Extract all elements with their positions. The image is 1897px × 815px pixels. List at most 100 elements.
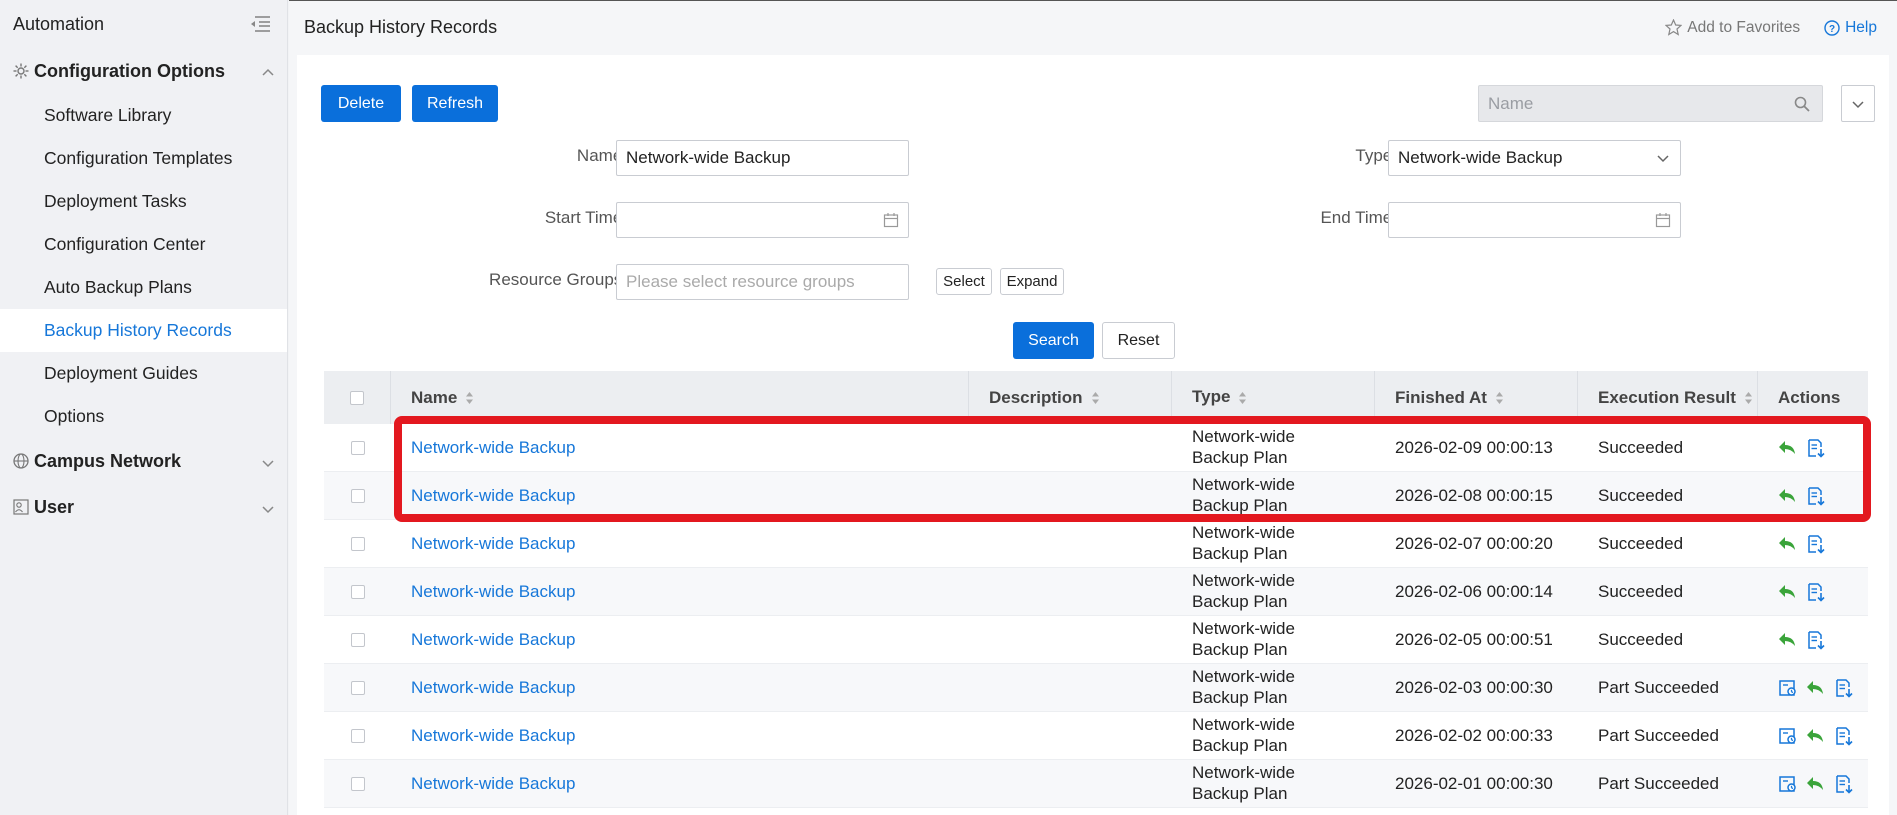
table-row: Network-wide Backup Network-wide Backup P…: [324, 520, 1868, 568]
download-icon[interactable]: [1806, 534, 1826, 554]
record-name-link[interactable]: Network-wide Backup: [411, 486, 575, 505]
record-name-link[interactable]: Network-wide Backup: [411, 438, 575, 457]
table-row: Network-wide Backup Network-wide Backup P…: [324, 424, 1868, 472]
record-name-link[interactable]: Network-wide Backup: [411, 678, 575, 697]
download-icon[interactable]: [1834, 774, 1854, 794]
details-icon[interactable]: [1778, 774, 1798, 794]
download-icon[interactable]: [1806, 486, 1826, 506]
search-options-dropdown[interactable]: [1841, 85, 1875, 122]
calendar-icon[interactable]: [1655, 212, 1671, 228]
sort-icon[interactable]: [1238, 391, 1247, 405]
search-icon[interactable]: [1794, 96, 1810, 117]
refresh-button[interactable]: Refresh: [412, 85, 498, 122]
sidebar-item-auto-backup-plans[interactable]: Auto Backup Plans: [0, 266, 287, 309]
restore-icon[interactable]: [1806, 774, 1826, 794]
help-button[interactable]: ? Help: [1824, 19, 1877, 37]
sort-icon[interactable]: [1091, 391, 1100, 405]
resource-groups-placeholder: Please select resource groups: [626, 272, 855, 291]
end-time-input[interactable]: [1388, 202, 1681, 238]
row-checkbox[interactable]: [350, 488, 365, 503]
sort-icon[interactable]: [1744, 391, 1753, 405]
page-header: Backup History Records Add to Favorites …: [289, 1, 1897, 54]
row-checkbox[interactable]: [350, 680, 365, 695]
row-name-cell: Network-wide Backup: [391, 582, 969, 602]
record-name-link[interactable]: Network-wide Backup: [411, 630, 575, 649]
delete-button[interactable]: Delete: [321, 85, 401, 122]
restore-icon[interactable]: [1778, 486, 1798, 506]
column-header-finished-at[interactable]: Finished At: [1375, 371, 1578, 424]
globe-icon: [12, 452, 30, 470]
table-body: Network-wide Backup Network-wide Backup P…: [324, 424, 1868, 808]
column-header-name[interactable]: Name: [391, 371, 969, 424]
sidebar-item-backup-history-records[interactable]: Backup History Records: [0, 309, 287, 352]
column-header-description[interactable]: Description: [969, 371, 1172, 424]
sort-icon[interactable]: [465, 391, 474, 405]
row-finished-at-cell: 2026-02-05 00:00:51: [1395, 629, 1553, 649]
restore-icon[interactable]: [1778, 630, 1798, 650]
row-name-cell: Network-wide Backup: [391, 774, 969, 794]
sidebar-group-configuration-options[interactable]: Configuration Options: [0, 48, 287, 94]
search-button[interactable]: Search: [1013, 322, 1094, 359]
sidebar-item-deployment-guides[interactable]: Deployment Guides: [0, 352, 287, 395]
collapse-menu-icon[interactable]: [249, 15, 271, 33]
row-checkbox[interactable]: [350, 440, 365, 455]
select-button[interactable]: Select: [936, 268, 992, 295]
row-execution-result-cell: Succeeded: [1598, 485, 1684, 505]
column-header-execution-result[interactable]: Execution Result: [1578, 371, 1758, 424]
row-checkbox[interactable]: [350, 728, 365, 743]
chevron-up-icon: [261, 64, 275, 78]
sort-icon[interactable]: [1495, 391, 1504, 405]
select-all-checkbox[interactable]: [350, 390, 364, 405]
row-checkbox-cell: [324, 632, 391, 647]
details-icon[interactable]: [1778, 726, 1798, 746]
expand-button[interactable]: Expand: [1000, 268, 1064, 295]
sidebar-item-label: Deployment Tasks: [44, 191, 187, 211]
name-filter-input[interactable]: Network-wide Backup: [616, 140, 909, 176]
row-name-cell: Network-wide Backup: [391, 534, 969, 554]
row-actions-cell: [1758, 630, 1868, 650]
row-name-cell: Network-wide Backup: [391, 438, 969, 458]
row-type-cell: Network-wide Backup Plan: [1192, 475, 1295, 515]
start-time-input[interactable]: [616, 202, 909, 238]
start-time-label: Start Time:: [544, 208, 627, 227]
restore-icon[interactable]: [1806, 726, 1826, 746]
type-filter-select[interactable]: Network-wide Backup: [1388, 140, 1681, 176]
sidebar-item-software-library[interactable]: Software Library: [0, 94, 287, 137]
row-checkbox[interactable]: [350, 776, 365, 791]
sidebar-group-label: User: [34, 496, 75, 517]
reset-button[interactable]: Reset: [1102, 322, 1175, 359]
download-icon[interactable]: [1806, 630, 1826, 650]
row-checkbox-cell: [324, 728, 391, 743]
resource-groups-input[interactable]: Please select resource groups: [616, 264, 909, 300]
calendar-icon[interactable]: [883, 212, 899, 228]
column-header-type[interactable]: Type: [1172, 371, 1375, 424]
restore-icon[interactable]: [1778, 438, 1798, 458]
row-type-cell: Network-wide Backup Plan: [1192, 427, 1295, 467]
name-search-input[interactable]: Name: [1478, 85, 1823, 122]
restore-icon[interactable]: [1778, 582, 1798, 602]
record-name-link[interactable]: Network-wide Backup: [411, 582, 575, 601]
sidebar-group-user[interactable]: User: [0, 484, 287, 530]
row-checkbox[interactable]: [350, 584, 365, 599]
download-icon[interactable]: [1834, 678, 1854, 698]
sidebar-item-configuration-templates[interactable]: Configuration Templates: [0, 137, 287, 180]
record-name-link[interactable]: Network-wide Backup: [411, 534, 575, 553]
download-icon[interactable]: [1834, 726, 1854, 746]
add-to-favorites-button[interactable]: Add to Favorites: [1665, 19, 1800, 37]
record-name-link[interactable]: Network-wide Backup: [411, 774, 575, 793]
download-icon[interactable]: [1806, 438, 1826, 458]
sidebar-group-campus-network[interactable]: Campus Network: [0, 438, 287, 484]
row-checkbox[interactable]: [350, 632, 365, 647]
restore-icon[interactable]: [1806, 678, 1826, 698]
row-checkbox[interactable]: [350, 536, 365, 551]
sidebar-item-deployment-tasks[interactable]: Deployment Tasks: [0, 180, 287, 223]
record-name-link[interactable]: Network-wide Backup: [411, 726, 575, 745]
restore-icon[interactable]: [1778, 534, 1798, 554]
download-icon[interactable]: [1806, 582, 1826, 602]
sidebar-item-options[interactable]: Options: [0, 395, 287, 438]
details-icon[interactable]: [1778, 678, 1798, 698]
chevron-down-icon: [1655, 150, 1671, 166]
sidebar-item-configuration-center[interactable]: Configuration Center: [0, 223, 287, 266]
select-all-cell: [324, 371, 391, 424]
page-title: Backup History Records: [304, 17, 498, 37]
